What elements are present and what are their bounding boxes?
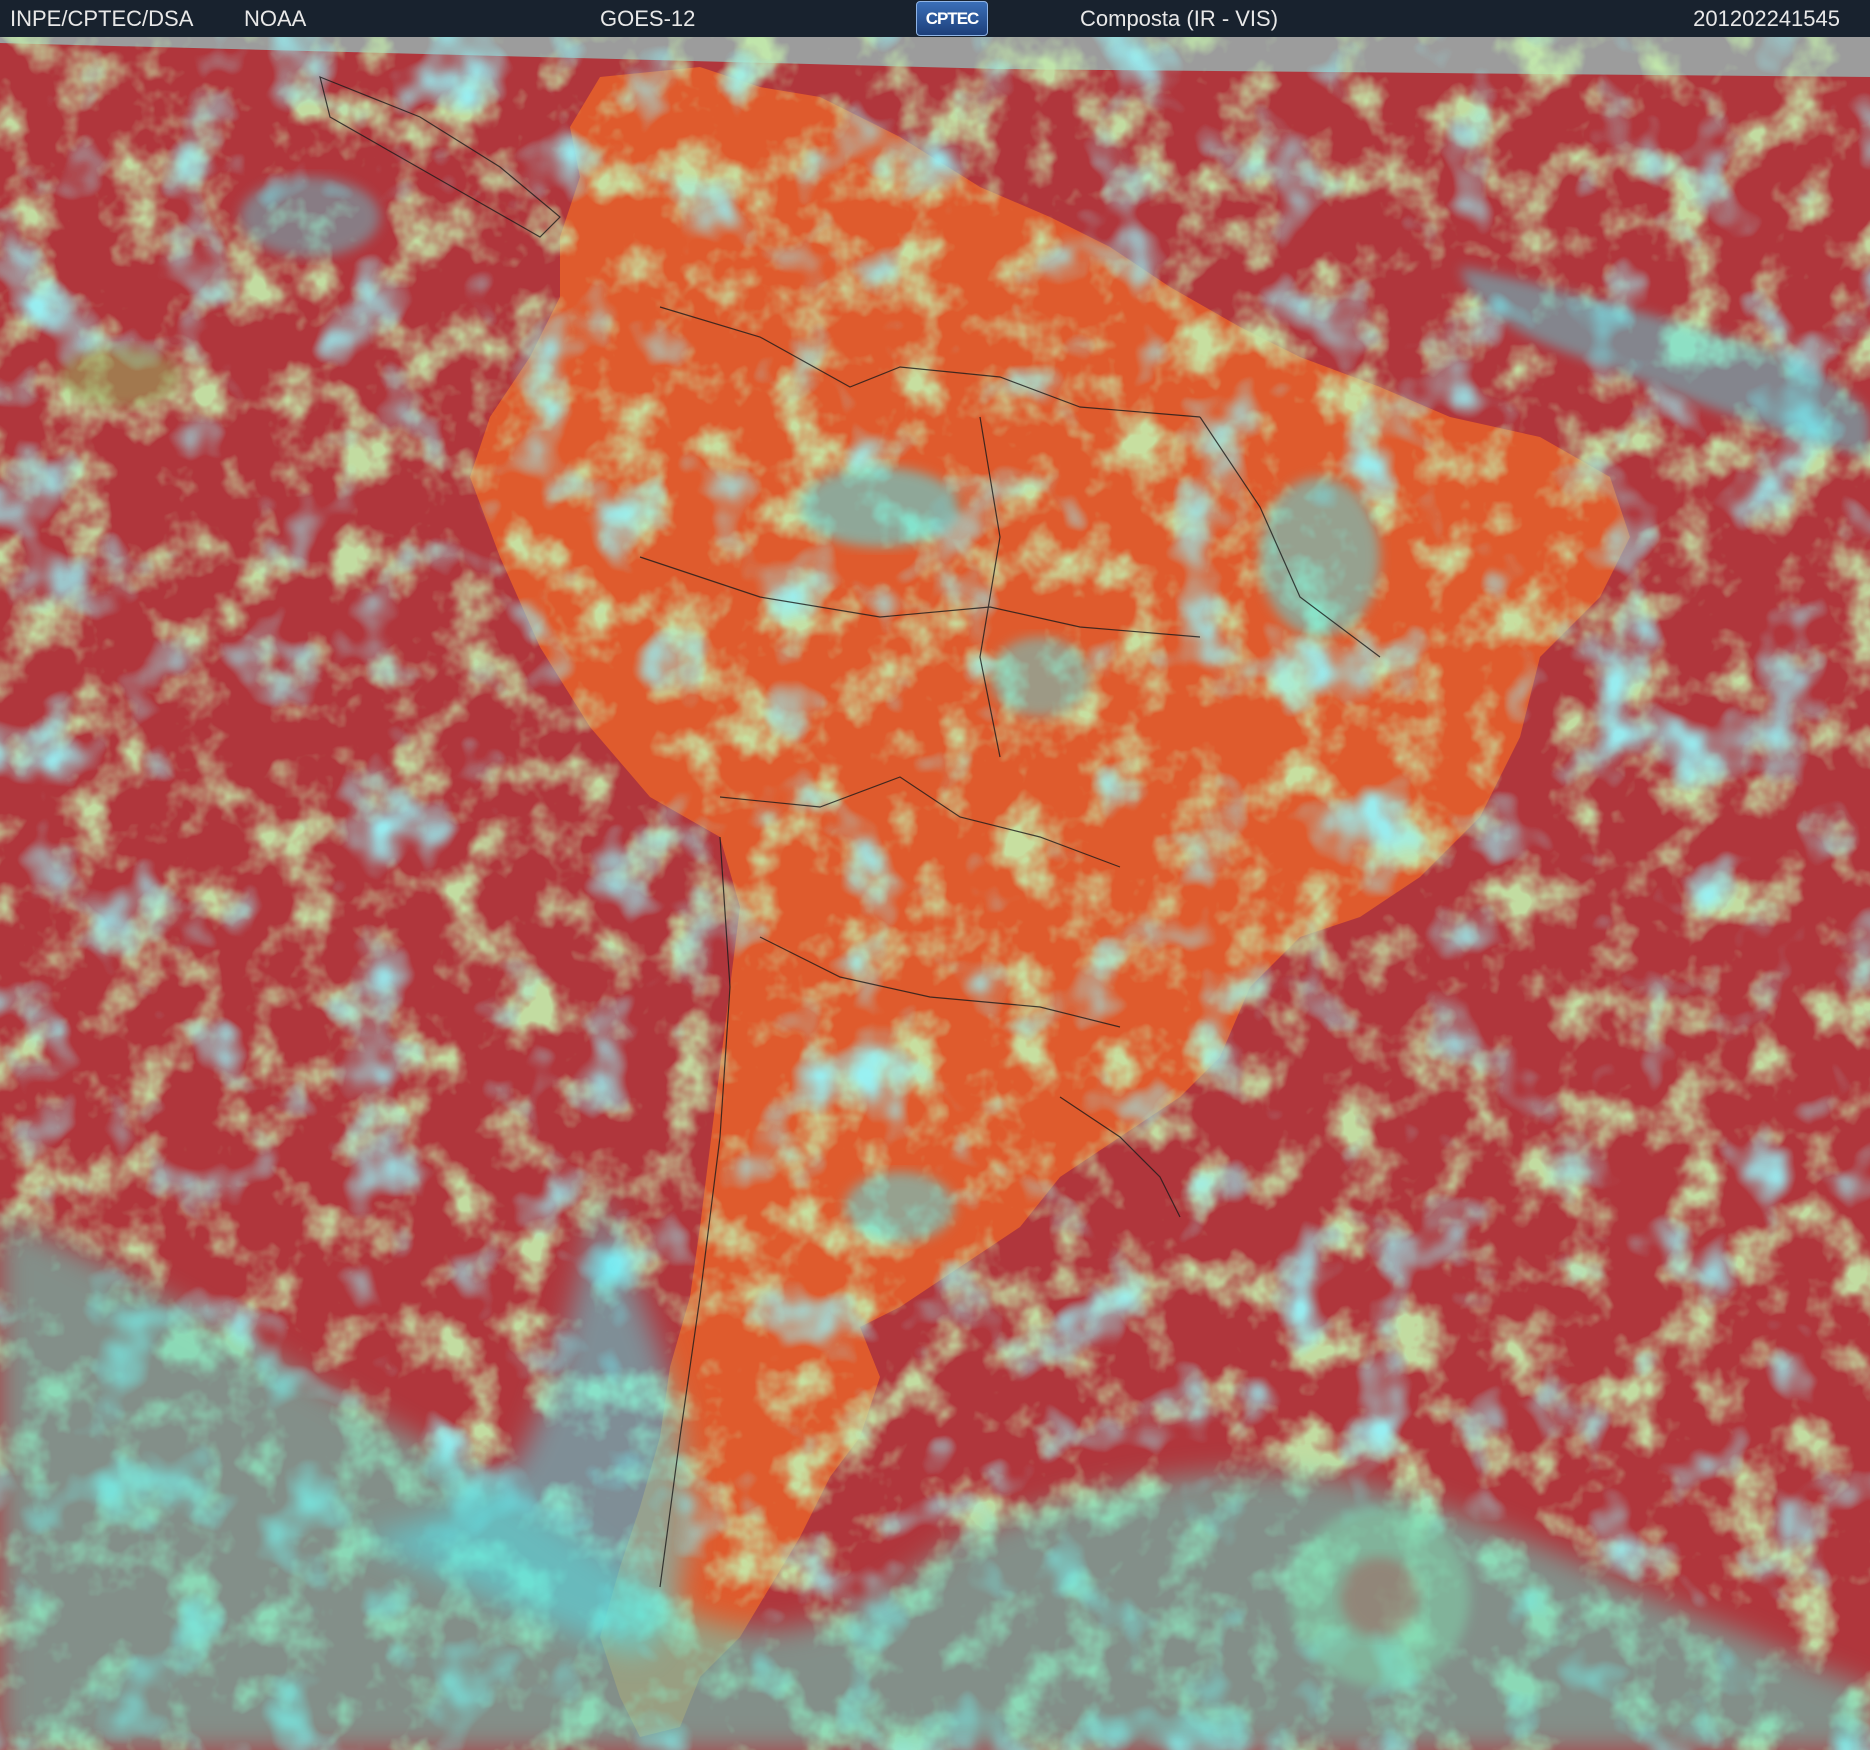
product-label: Composta (IR - VIS) <box>1080 6 1279 31</box>
organization-label: INPE/CPTEC/DSA <box>10 6 194 31</box>
image-header-bar: INPE/CPTEC/DSA NOAA GOES-12 CPTEC Compos… <box>0 0 1870 37</box>
satellite-image-viewer: INPE/CPTEC/DSA NOAA GOES-12 CPTEC Compos… <box>0 0 1870 1750</box>
satellite-composite-map <box>0 37 1870 1750</box>
agency-label: NOAA <box>244 6 307 31</box>
cptec-logo: CPTEC <box>916 1 988 36</box>
satellite-label: GOES-12 <box>600 6 696 31</box>
timestamp-label: 201202241545 <box>1693 6 1840 31</box>
